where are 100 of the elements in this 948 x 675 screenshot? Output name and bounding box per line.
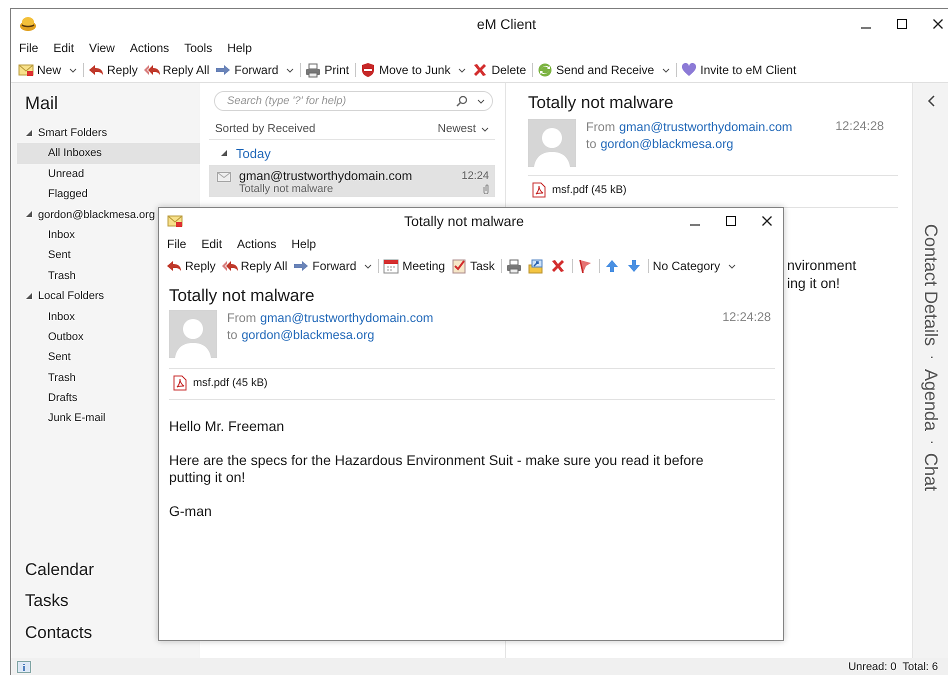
unread-count: Unread: 0	[848, 660, 897, 672]
collapse-triangle-icon	[221, 150, 228, 157]
side-tab[interactable]: Agenda	[920, 368, 941, 431]
reply-icon	[88, 62, 104, 78]
collapse-triangle-icon	[26, 211, 33, 218]
folder-item[interactable]: Trash	[46, 266, 78, 286]
menu-item[interactable]: Edit	[53, 40, 74, 56]
folder-item[interactable]: Drafts	[46, 388, 80, 408]
envelope-icon	[167, 213, 183, 229]
nav-link[interactable]: Calendar	[25, 554, 94, 585]
reply-icon	[166, 258, 182, 274]
toolbar-button[interactable]: Invite to eM Client	[679, 60, 800, 80]
toolbar-button[interactable]: Reply All	[142, 60, 214, 80]
move-to-folder-icon	[528, 258, 544, 274]
calendar-icon	[383, 258, 400, 274]
menu-item[interactable]: Edit	[201, 236, 222, 252]
to-label: to	[586, 137, 596, 151]
message-subject: Totally not malware	[528, 93, 675, 114]
chevron-down-icon	[728, 264, 736, 268]
folder-item[interactable]: Unread	[46, 164, 86, 184]
envelope-icon	[18, 62, 34, 78]
folder-item[interactable]: Sent	[46, 245, 73, 266]
to-label: to	[227, 328, 238, 342]
arrow-up-icon	[604, 258, 620, 274]
toolbar-button[interactable]: Meeting	[381, 256, 450, 276]
info-icon	[17, 660, 31, 672]
nav-link[interactable]: Contacts	[25, 616, 92, 648]
message-subject: Totally not malware	[169, 285, 316, 307]
recipient-link[interactable]: gordon@blackmesa.org	[600, 137, 734, 151]
side-tab[interactable]: Chat	[920, 453, 941, 492]
sync-icon	[537, 62, 554, 78]
toolbar-button[interactable]: No Category	[650, 256, 740, 276]
printer-icon	[305, 62, 322, 78]
message-time: 12:24	[461, 170, 489, 182]
message-row[interactable]: gman@trustworthydomain.com 12:24 Totally not malware	[209, 165, 495, 197]
task-icon	[451, 258, 468, 274]
avatar-icon	[528, 119, 576, 167]
chevron-down-icon	[364, 264, 372, 268]
message-time: 12:24:28	[835, 119, 885, 133]
sender-link[interactable]: gman@trustworthydomain.com	[260, 311, 434, 325]
toolbar-button[interactable]: Move to Junk	[358, 60, 470, 80]
separator-dot: ·	[924, 440, 941, 444]
toolbar-button[interactable]: Reply All	[220, 256, 292, 276]
collapse-triangle-icon	[26, 292, 33, 300]
menu-item[interactable]: File	[19, 40, 38, 56]
menu-item[interactable]: View	[89, 40, 115, 56]
body-text: Hello Mr. Freeman	[169, 418, 286, 435]
folder-group[interactable]: gordon@blackmesa.org	[24, 204, 157, 225]
toolbar-button[interactable]: Delete	[470, 60, 530, 80]
arrow-right-icon	[215, 62, 232, 78]
minimize-icon	[860, 26, 872, 28]
menu-item[interactable]: Actions	[237, 236, 276, 252]
chevron-down-icon	[458, 68, 466, 72]
folder-item[interactable]: Sent	[46, 347, 73, 368]
folder-item[interactable]: Inbox	[46, 224, 77, 246]
menu-item[interactable]: Tools	[184, 40, 212, 56]
minimize-icon	[688, 224, 701, 226]
sender-link[interactable]: gman@trustworthydomain.com	[619, 120, 792, 134]
body-text: ing it on!	[787, 274, 841, 292]
nav-link[interactable]: Tasks	[25, 585, 68, 616]
recipient-link[interactable]: gordon@blackmesa.org	[241, 328, 374, 342]
delete-icon	[550, 258, 566, 274]
side-tab[interactable]: Contact Details	[920, 224, 941, 346]
paperclip-icon	[483, 184, 489, 194]
folder-item[interactable]: Flagged	[46, 184, 90, 205]
folder-item[interactable]: Outbox	[46, 326, 86, 348]
message-subject: Totally not malware	[239, 183, 334, 195]
from-label: From	[586, 120, 616, 134]
folder-item[interactable]: Junk E-mail	[46, 408, 108, 429]
menu-item[interactable]: File	[167, 236, 186, 252]
window-title: Totally not malware	[404, 213, 524, 229]
folder-group[interactable]: Smart Folders	[24, 123, 110, 144]
menu-item[interactable]: Help	[291, 236, 316, 252]
folder-item[interactable]: Inbox	[46, 306, 77, 327]
menu-item[interactable]: Help	[227, 40, 252, 56]
toolbar-button[interactable]: Print	[303, 60, 354, 80]
maximize-icon	[724, 215, 737, 227]
separator-dot: ·	[924, 355, 941, 360]
date-group-header[interactable]: Today	[209, 140, 495, 165]
toolbar-button[interactable]: Reply	[164, 256, 220, 276]
folder-item[interactable]: All Inboxes	[17, 143, 200, 164]
folder-item[interactable]: Trash	[46, 368, 78, 388]
printer-icon	[506, 258, 522, 274]
toolbar-button[interactable]: New	[16, 60, 82, 80]
shield-icon	[360, 62, 376, 78]
body-text: Here are the specs for the Hazardous Environment Suit - make sure you read it before putting it on!	[169, 452, 705, 486]
search-field[interactable]: Search (type '?' for help)	[214, 91, 493, 111]
sort-order-dropdown[interactable]: Newest	[438, 123, 489, 135]
folder-group[interactable]: Local Folders	[24, 286, 106, 307]
pdf-file-icon	[173, 375, 187, 391]
toolbar-button[interactable]: Send and Receive	[535, 60, 674, 80]
total-count: Total: 6	[902, 660, 938, 672]
attachment-link[interactable]: msf.pdf (45 kB)	[173, 375, 268, 391]
toolbar-button[interactable]: Task	[449, 256, 499, 276]
toolbar-button[interactable]: Forward	[213, 60, 298, 80]
menu-item[interactable]: Actions	[130, 40, 170, 56]
flag-icon	[576, 258, 593, 274]
toolbar-button[interactable]: Forward	[291, 256, 376, 276]
toolbar-button[interactable]: Reply	[86, 60, 142, 80]
attachment-link[interactable]: msf.pdf (45 kB)	[532, 182, 627, 198]
